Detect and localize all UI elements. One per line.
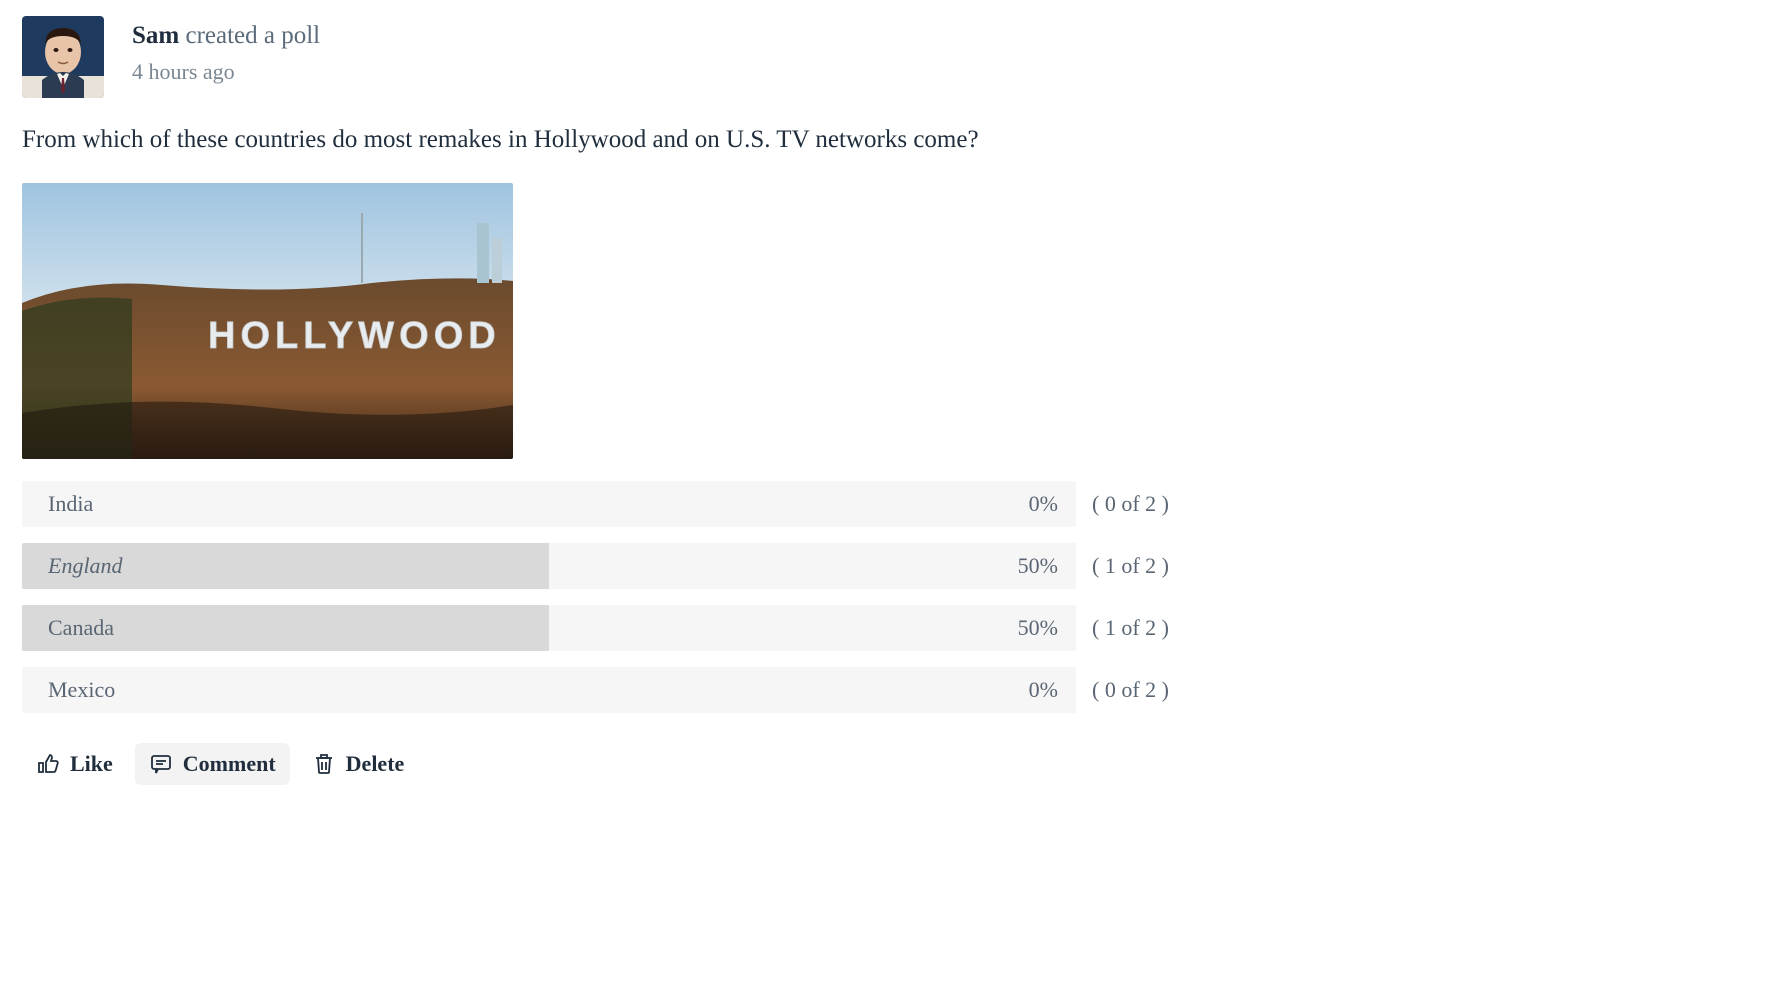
post-byline: Sam created a poll bbox=[132, 18, 320, 53]
like-button[interactable]: Like bbox=[22, 743, 127, 785]
poll-option[interactable]: Canada50% ( 1 of 2 ) bbox=[22, 605, 1182, 651]
poll-option[interactable]: India0% ( 0 of 2 ) bbox=[22, 481, 1182, 527]
poll-option-percent: 0% bbox=[1029, 491, 1076, 517]
thumbs-up-icon bbox=[36, 752, 60, 776]
byline-action: created a poll bbox=[179, 22, 320, 49]
poll-option-label: India bbox=[22, 491, 1029, 517]
like-label: Like bbox=[70, 751, 113, 777]
post-actions: Like Comment Delete bbox=[22, 743, 1760, 785]
user-name[interactable]: Sam bbox=[132, 22, 179, 49]
poll-option-count: ( 0 of 2 ) bbox=[1092, 481, 1182, 527]
avatar-image bbox=[22, 16, 104, 98]
hollywood-image: HOLLYWOOD bbox=[22, 183, 513, 459]
poll-option-count: ( 1 of 2 ) bbox=[1092, 543, 1182, 589]
poll-option-label: England bbox=[22, 553, 1018, 579]
post-header: Sam created a poll 4 hours ago bbox=[22, 16, 1760, 98]
post-timestamp: 4 hours ago bbox=[132, 59, 320, 85]
poll-option-count: ( 1 of 2 ) bbox=[1092, 605, 1182, 651]
poll-option[interactable]: Mexico0% ( 0 of 2 ) bbox=[22, 667, 1182, 713]
poll-option-count: ( 0 of 2 ) bbox=[1092, 667, 1182, 713]
poll-image[interactable]: HOLLYWOOD bbox=[22, 183, 513, 459]
poll-option[interactable]: England50% ( 1 of 2 ) bbox=[22, 543, 1182, 589]
comment-label: Comment bbox=[183, 751, 276, 777]
svg-text:HOLLYWOOD: HOLLYWOOD bbox=[208, 315, 501, 357]
user-avatar[interactable] bbox=[22, 16, 104, 98]
poll-question: From which of these countries do most re… bbox=[22, 122, 1760, 157]
post-header-text: Sam created a poll 4 hours ago bbox=[132, 16, 320, 85]
delete-label: Delete bbox=[346, 751, 405, 777]
poll-option-bar[interactable]: England50% bbox=[22, 543, 1076, 589]
poll-option-percent: 0% bbox=[1029, 677, 1076, 703]
delete-button[interactable]: Delete bbox=[298, 743, 419, 785]
poll-option-bar[interactable]: Canada50% bbox=[22, 605, 1076, 651]
poll-options: India0%( 0 of 2 )England50%( 1 of 2 )Can… bbox=[22, 481, 1182, 713]
poll-option-bar[interactable]: Mexico0% bbox=[22, 667, 1076, 713]
comment-button[interactable]: Comment bbox=[135, 743, 290, 785]
poll-option-label: Canada bbox=[22, 615, 1018, 641]
poll-option-bar[interactable]: India0% bbox=[22, 481, 1076, 527]
trash-icon bbox=[312, 752, 336, 776]
comment-icon bbox=[149, 752, 173, 776]
poll-option-label: Mexico bbox=[22, 677, 1029, 703]
poll-option-percent: 50% bbox=[1018, 553, 1076, 579]
poll-option-percent: 50% bbox=[1018, 615, 1076, 641]
